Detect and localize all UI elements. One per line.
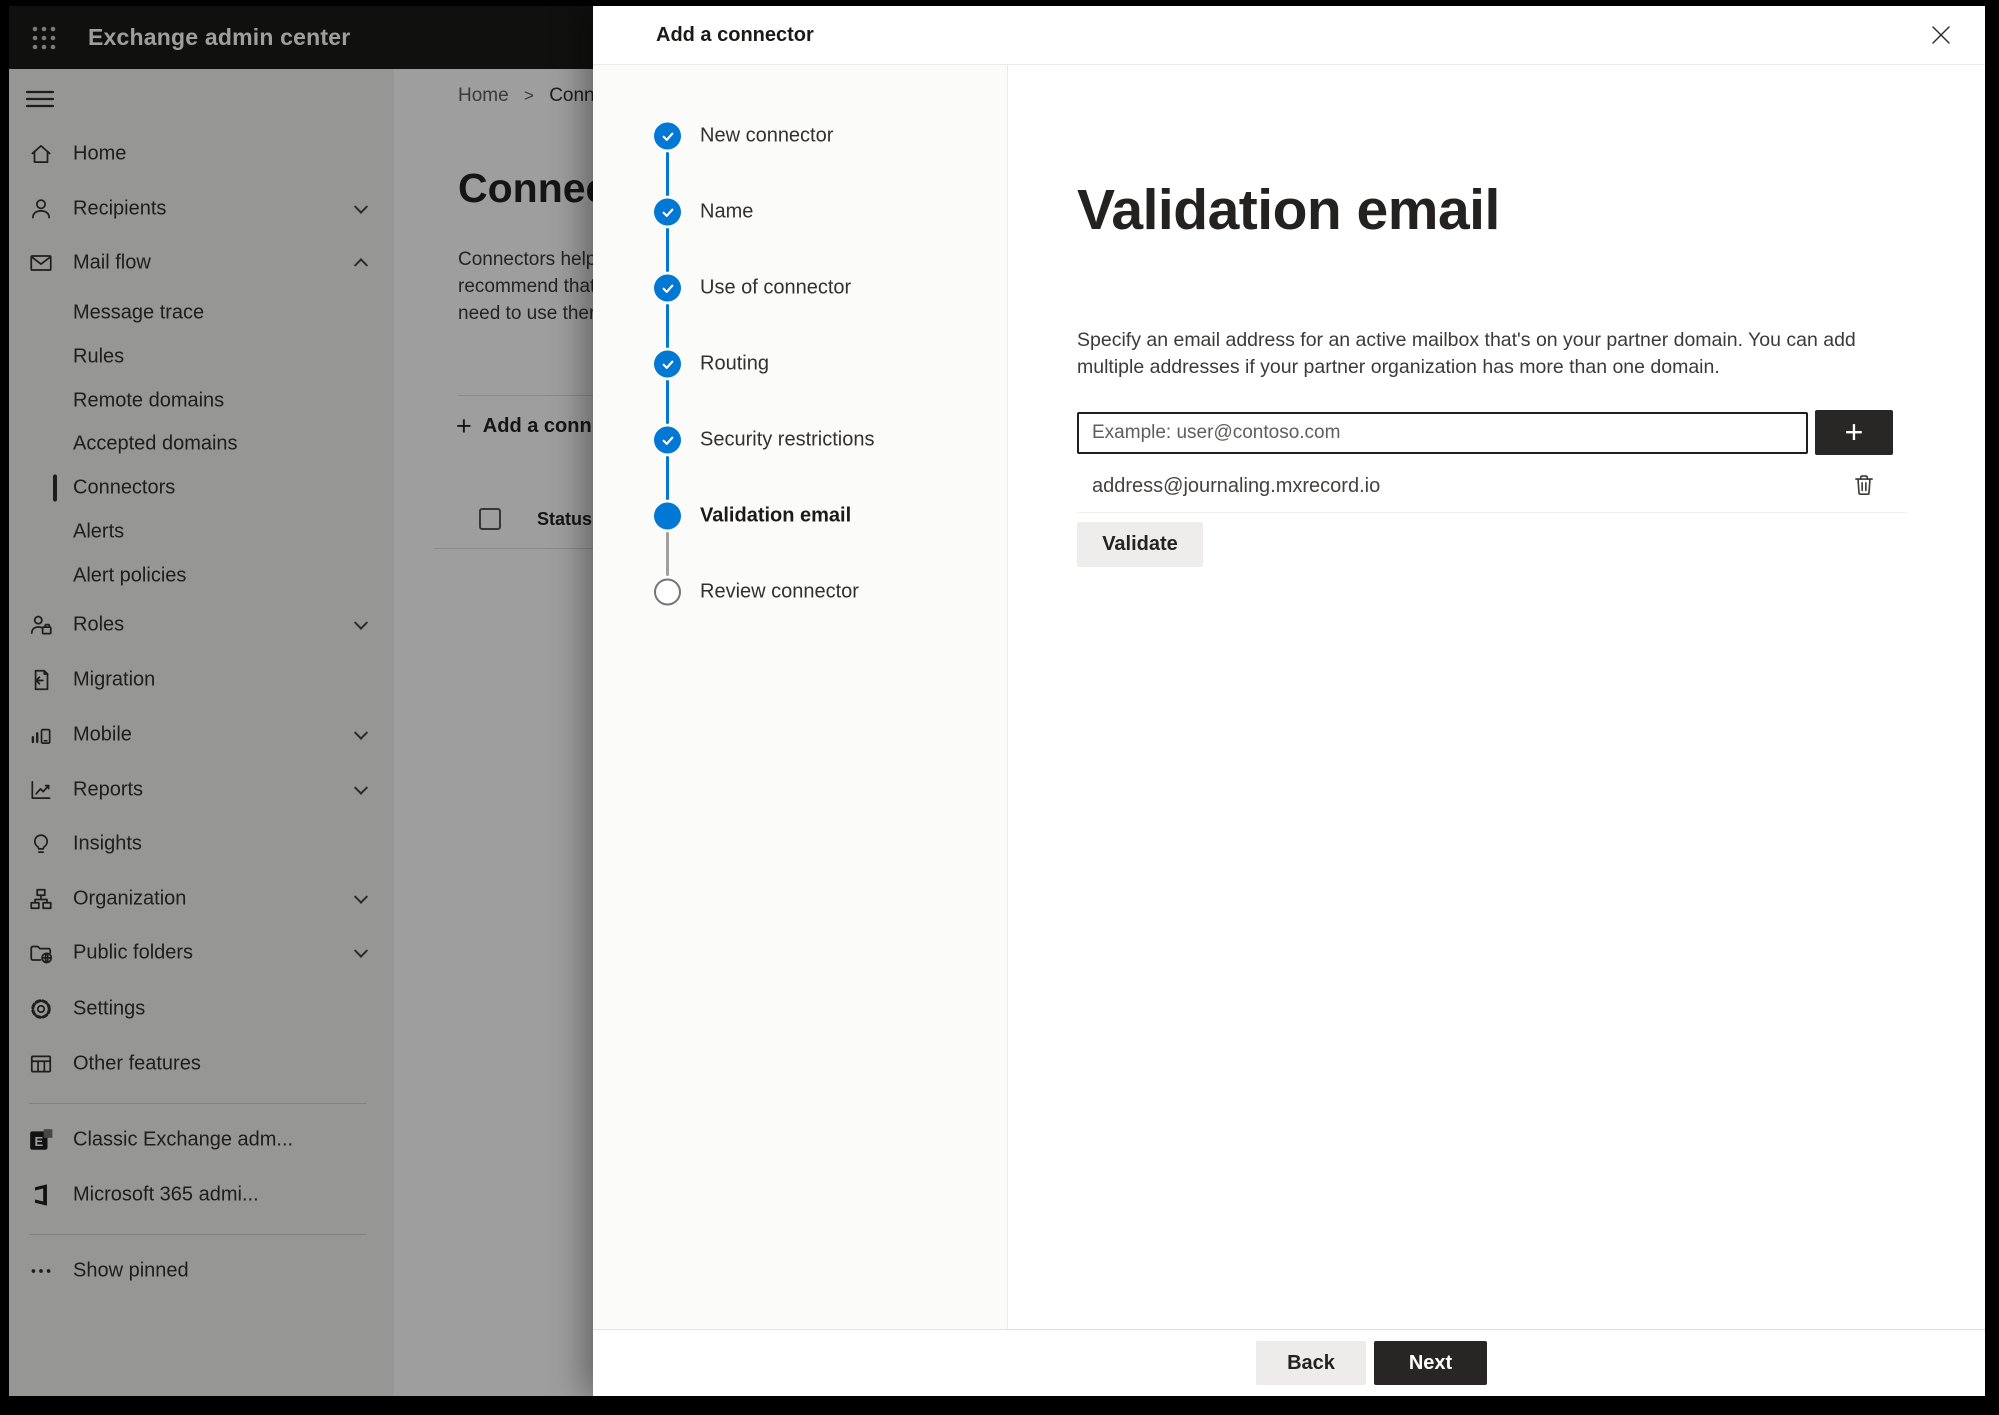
add-email-button[interactable]: + [1815, 410, 1893, 455]
add-connector-panel: Add a connector New connector Name Use o… [593, 6, 1985, 1396]
step-routing[interactable]: Routing [593, 342, 1007, 386]
panel-header: Add a connector [593, 6, 1985, 65]
step-validation-email[interactable]: Validation email [593, 494, 1007, 538]
trash-icon[interactable] [1847, 468, 1881, 502]
step-name[interactable]: Name [593, 190, 1007, 234]
description-line: multiple addresses if your partner organ… [1077, 355, 1720, 378]
step-review-connector[interactable]: Review connector [593, 570, 1007, 614]
next-button[interactable]: Next [1374, 1341, 1487, 1385]
step-description: Specify an email address for an active m… [1077, 327, 1856, 380]
back-button[interactable]: Back [1256, 1341, 1366, 1385]
step-completed-icon [654, 198, 681, 226]
screen: Exchange admin center Home Recipients Ma… [0, 0, 1999, 1415]
step-upcoming-icon [654, 578, 681, 606]
step-heading: Validation email [1077, 178, 1500, 242]
validation-email-input[interactable] [1077, 412, 1808, 454]
app-window: Exchange admin center Home Recipients Ma… [9, 6, 1985, 1396]
wizard-steps: New connector Name Use of connector Rout… [593, 65, 1008, 1329]
panel-title: Add a connector [656, 24, 814, 46]
email-list-item: address@journaling.mxrecord.io [1092, 475, 1381, 497]
plus-icon: + [1844, 414, 1864, 450]
divider [1077, 512, 1907, 513]
panel-footer: Back Next [593, 1329, 1985, 1396]
step-completed-icon [654, 426, 681, 454]
description-line: Specify an email address for an active m… [1077, 329, 1856, 351]
step-security-restrictions[interactable]: Security restrictions [593, 418, 1007, 462]
validate-button[interactable]: Validate [1077, 522, 1203, 567]
step-current-icon [654, 502, 681, 530]
step-completed-icon [654, 350, 681, 378]
step-completed-icon [654, 274, 681, 302]
close-icon[interactable] [1925, 19, 1957, 51]
step-completed-icon [654, 122, 681, 150]
step-new-connector[interactable]: New connector [593, 114, 1007, 158]
step-use-of-connector[interactable]: Use of connector [593, 266, 1007, 310]
panel-content: Validation email Specify an email addres… [1008, 65, 1985, 1329]
